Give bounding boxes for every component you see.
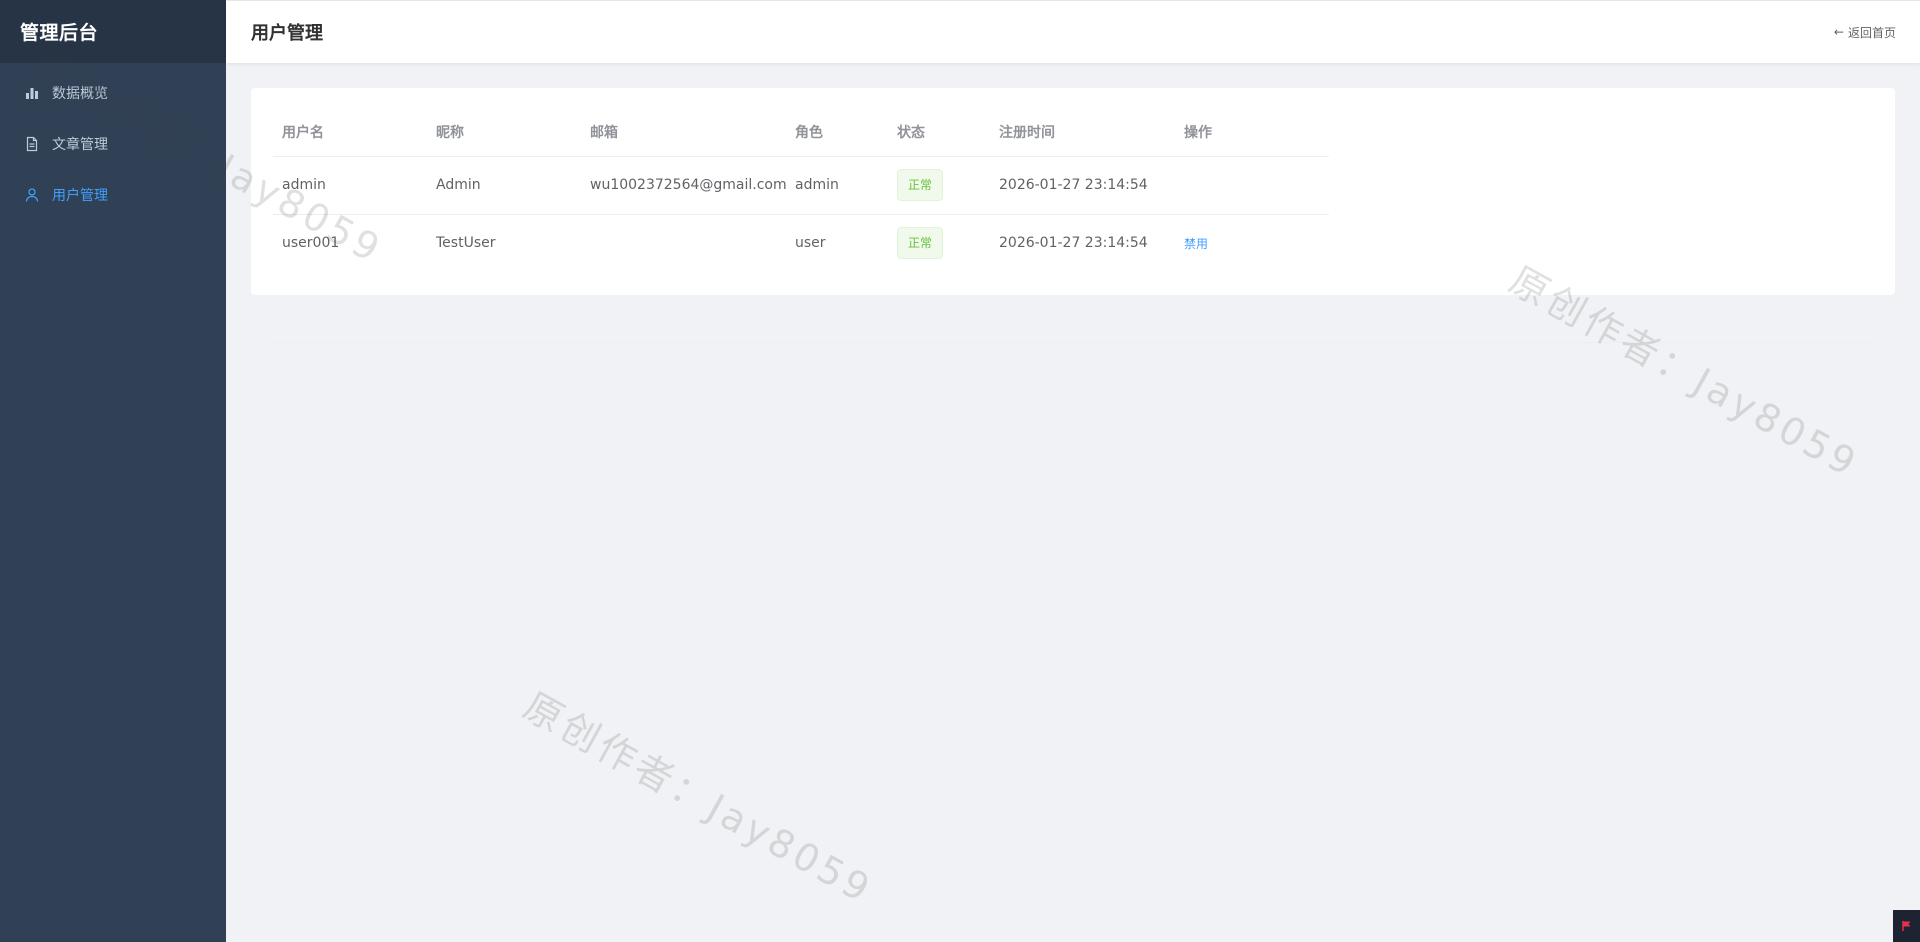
document-icon bbox=[24, 136, 40, 152]
app-root: 管理后台 数据概览 文章管理 用户管理 用户管理 ← 返回首页 用户名 昵称 邮… bbox=[0, 0, 1920, 942]
sidebar-item-users[interactable]: 用户管理 bbox=[0, 169, 226, 220]
flag-icon[interactable] bbox=[1893, 910, 1920, 942]
sidebar-item-label: 用户管理 bbox=[52, 187, 108, 204]
watermark: 原创作者：Jay8059 bbox=[516, 683, 881, 913]
cell-role: user bbox=[795, 235, 826, 252]
sidebar-item-articles[interactable]: 文章管理 bbox=[0, 118, 226, 169]
cell-registered: 2026-01-27 23:14:54 bbox=[990, 156, 1175, 215]
disable-user-button[interactable]: 禁用 bbox=[1184, 237, 1208, 251]
table-row: user001 TestUser user 正常 2026-01-27 23:1… bbox=[273, 214, 1329, 272]
sidebar-item-overview[interactable]: 数据概览 bbox=[0, 67, 226, 118]
column-header: 昵称 bbox=[427, 108, 581, 157]
cell-username: admin bbox=[273, 156, 427, 215]
page-title: 用户管理 bbox=[251, 23, 323, 44]
column-header: 角色 bbox=[786, 108, 888, 157]
cell-username: user001 bbox=[282, 235, 340, 252]
cell-email: wu1002372564@gmail.com bbox=[581, 156, 787, 215]
back-home-link[interactable]: ← 返回首页 bbox=[1834, 24, 1896, 41]
top-header: 用户管理 ← 返回首页 bbox=[226, 0, 1920, 63]
cell-action: 禁用 bbox=[1175, 214, 1329, 272]
cell-email bbox=[581, 214, 786, 272]
brand-title: 管理后台 bbox=[0, 0, 226, 63]
column-header: 状态 bbox=[888, 108, 990, 157]
status-badge: 正常 bbox=[897, 169, 944, 201]
column-header: 邮箱 bbox=[581, 108, 786, 157]
user-table: 用户名 昵称 邮箱 角色 状态 注册时间 操作 admin Admin wu10… bbox=[273, 108, 1329, 272]
status-badge: 正常 bbox=[897, 227, 944, 260]
table-header-row: 用户名 昵称 邮箱 角色 状态 注册时间 操作 bbox=[273, 108, 1329, 157]
table-wrapper: 用户名 昵称 邮箱 角色 状态 注册时间 操作 admin Admin wu10… bbox=[273, 108, 1876, 272]
column-header: 注册时间 bbox=[990, 108, 1175, 157]
sidebar: 管理后台 数据概览 文章管理 用户管理 bbox=[0, 0, 226, 942]
sidebar-item-label: 数据概览 bbox=[52, 85, 108, 102]
cell-role: admin bbox=[786, 156, 888, 215]
divider bbox=[273, 342, 1876, 343]
cell-nickname: Admin bbox=[427, 156, 581, 215]
user-table-card: 用户名 昵称 邮箱 角色 状态 注册时间 操作 admin Admin wu10… bbox=[251, 88, 1895, 343]
table-row: admin Admin wu1002372564@gmail.com admin… bbox=[273, 156, 1329, 215]
column-header: 用户名 bbox=[273, 108, 427, 157]
cell-registered: 2026-01-27 23:14:54 bbox=[999, 235, 1148, 252]
cell-nickname: TestUser bbox=[436, 235, 496, 252]
back-home-label: 返回首页 bbox=[1847, 25, 1896, 40]
sidebar-menu: 数据概览 文章管理 用户管理 bbox=[0, 63, 226, 220]
sidebar-item-label: 文章管理 bbox=[52, 136, 108, 153]
user-icon bbox=[24, 187, 40, 203]
cell-action bbox=[1175, 156, 1329, 215]
cell-status: 正常 bbox=[888, 156, 990, 215]
arrow-left-icon: ← bbox=[1833, 25, 1844, 39]
bar-chart-icon bbox=[24, 85, 40, 101]
cell-status: 正常 bbox=[888, 214, 990, 272]
column-header: 操作 bbox=[1175, 108, 1329, 157]
